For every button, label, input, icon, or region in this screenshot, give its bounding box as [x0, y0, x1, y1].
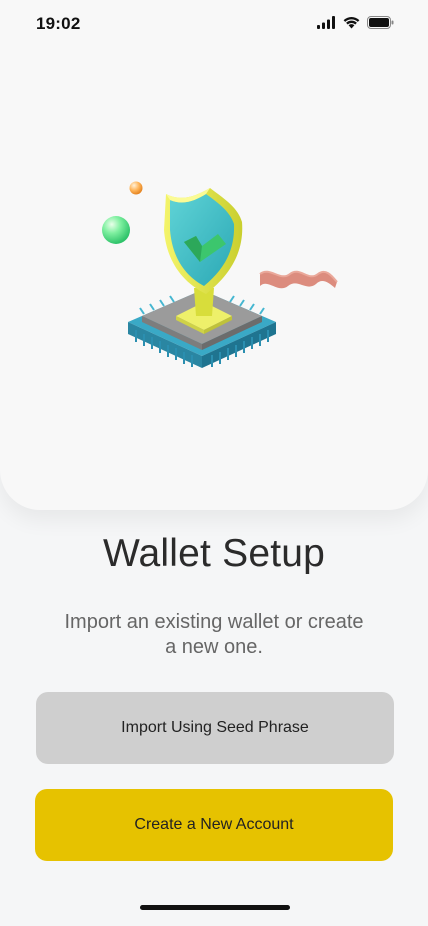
import-seed-phrase-button[interactable]: Import Using Seed Phrase — [36, 692, 394, 764]
cellular-signal-icon — [317, 16, 335, 29]
home-indicator — [140, 905, 290, 910]
status-time: 19:02 — [36, 14, 81, 33]
create-button-label: Create a New Account — [134, 816, 294, 833]
status-icons — [317, 16, 394, 29]
shield-chip-illustration — [92, 170, 352, 390]
page-subtitle: Import an existing wallet or create a ne… — [64, 611, 364, 658]
import-button-label: Import Using Seed Phrase — [121, 719, 309, 736]
page-title: Wallet Setup — [102, 532, 326, 575]
status-bar: 19:02 — [0, 0, 428, 48]
create-account-button[interactable]: Create a New Account — [35, 789, 393, 861]
battery-icon — [367, 16, 394, 29]
wifi-icon — [343, 16, 360, 29]
shield-chip-icon — [102, 181, 338, 368]
